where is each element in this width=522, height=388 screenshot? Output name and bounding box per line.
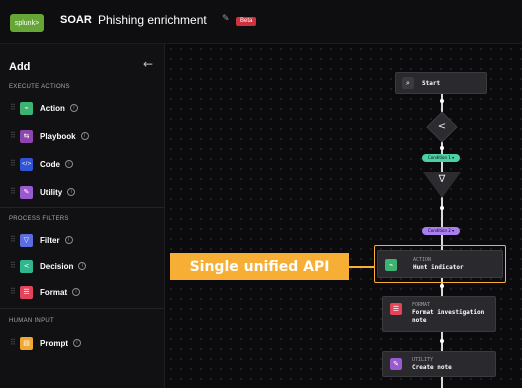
playbook-title[interactable]: Phishing enrichment: [98, 13, 207, 27]
drag-handle-icon[interactable]: ⠿: [10, 131, 16, 140]
format-icon: ☰: [20, 285, 33, 299]
top-bar: splunk> SOAR Phishing enrichment ✎ Beta: [0, 0, 522, 44]
add-panel: Add ← EXECUTE ACTIONS ⠿ ⌁ Action i ⠿ ⇆ P…: [0, 44, 165, 388]
sidebar-item-label: Prompt: [40, 338, 68, 348]
sidebar-item-label: Decision: [40, 261, 74, 271]
start-node[interactable]: ⌕ Start: [395, 72, 487, 94]
decision-branch-icon: <: [437, 121, 447, 132]
edit-pencil-icon[interactable]: ✎: [222, 14, 230, 24]
info-icon[interactable]: i: [72, 288, 81, 296]
section-process-filters: PROCESS FILTERS: [9, 216, 69, 222]
node-name-label: Format investigation note: [412, 309, 485, 324]
info-icon[interactable]: i: [65, 160, 73, 168]
utility-node[interactable]: ✎ UTILITY Create note: [382, 351, 496, 377]
node-type-label: UTILITY: [412, 357, 434, 363]
playbook-icon: ⇆: [20, 129, 33, 143]
collapse-arrow-icon[interactable]: ←: [143, 57, 153, 71]
start-label: Start: [422, 80, 441, 87]
format-node[interactable]: ☰ FORMAT Format investigation note: [382, 296, 496, 332]
prompt-icon: ▤: [20, 336, 33, 350]
callout-highlight-box: [374, 245, 506, 283]
info-icon[interactable]: i: [67, 188, 76, 196]
drag-handle-icon[interactable]: ⠿: [10, 159, 16, 168]
condition-2-pill[interactable]: Condition 2 ▾: [422, 227, 460, 235]
app-name[interactable]: SOAR: [60, 14, 92, 26]
filter-icon: ▽: [20, 233, 33, 247]
section-divider: [0, 308, 165, 309]
info-icon[interactable]: i: [69, 104, 78, 112]
sidebar-item-label: Code: [40, 159, 60, 169]
panel-title: Add: [9, 61, 31, 73]
section-human-input: HUMAN INPUT: [9, 318, 54, 324]
sidebar-item-action[interactable]: ⠿ ⌁ Action i: [10, 100, 78, 116]
sidebar-item-filter[interactable]: ⠿ ▽ Filter i: [10, 232, 73, 248]
filter-icon: ∇: [438, 174, 446, 185]
connector-dot[interactable]: [440, 206, 444, 210]
code-icon: </>: [20, 157, 33, 171]
info-icon[interactable]: i: [64, 236, 73, 244]
sidebar-item-prompt[interactable]: ⠿ ▤ Prompt i: [10, 335, 81, 351]
utility-icon: ✎: [20, 185, 33, 199]
info-icon[interactable]: i: [73, 339, 81, 347]
format-icon: ☰: [390, 303, 402, 315]
info-icon[interactable]: i: [80, 132, 89, 140]
section-execute-actions: EXECUTE ACTIONS: [9, 84, 70, 90]
sidebar-item-decision[interactable]: ⠿ < Decision i: [10, 258, 87, 274]
connector-dot[interactable]: [440, 146, 444, 150]
drag-handle-icon[interactable]: ⠿: [10, 287, 16, 296]
sidebar-item-playbook[interactable]: ⠿ ⇆ Playbook i: [10, 128, 89, 144]
condition-1-pill[interactable]: Condition 1 ▾: [422, 154, 460, 162]
action-icon: ⌁: [20, 101, 33, 115]
info-icon[interactable]: i: [78, 262, 87, 270]
callout-connector: [349, 266, 374, 268]
sidebar-item-code[interactable]: ⠿ </> Code i: [10, 156, 73, 172]
node-type-label: FORMAT: [412, 302, 431, 308]
drag-handle-icon[interactable]: ⠿: [10, 103, 16, 112]
callout-label: Single unified API: [170, 253, 349, 280]
sidebar-item-label: Playbook: [40, 131, 76, 141]
splunk-logo[interactable]: splunk>: [10, 14, 44, 32]
playbook-canvas[interactable]: [166, 44, 522, 388]
drag-handle-icon[interactable]: ⠿: [10, 261, 16, 270]
search-icon: ⌕: [402, 77, 414, 89]
sidebar-item-utility[interactable]: ⠿ ✎ Utility i: [10, 184, 76, 200]
drag-handle-icon[interactable]: ⠿: [10, 235, 16, 244]
sidebar-item-label: Utility: [40, 187, 63, 197]
connector-dot[interactable]: [440, 99, 444, 103]
utility-icon: ✎: [390, 358, 402, 370]
section-divider: [0, 207, 165, 208]
sidebar-item-label: Action: [40, 103, 65, 113]
drag-handle-icon[interactable]: ⠿: [10, 338, 16, 347]
sidebar-item-label: Format: [40, 287, 68, 297]
sidebar-item-format[interactable]: ⠿ ☰ Format i: [10, 284, 81, 300]
connector-dot[interactable]: [440, 284, 444, 288]
decision-icon: <: [20, 259, 33, 273]
sidebar-item-label: Filter: [40, 235, 60, 245]
drag-handle-icon[interactable]: ⠿: [10, 187, 16, 196]
connector-dot[interactable]: [440, 339, 444, 343]
beta-badge: Beta: [236, 17, 257, 26]
node-name-label: Create note: [412, 364, 452, 371]
